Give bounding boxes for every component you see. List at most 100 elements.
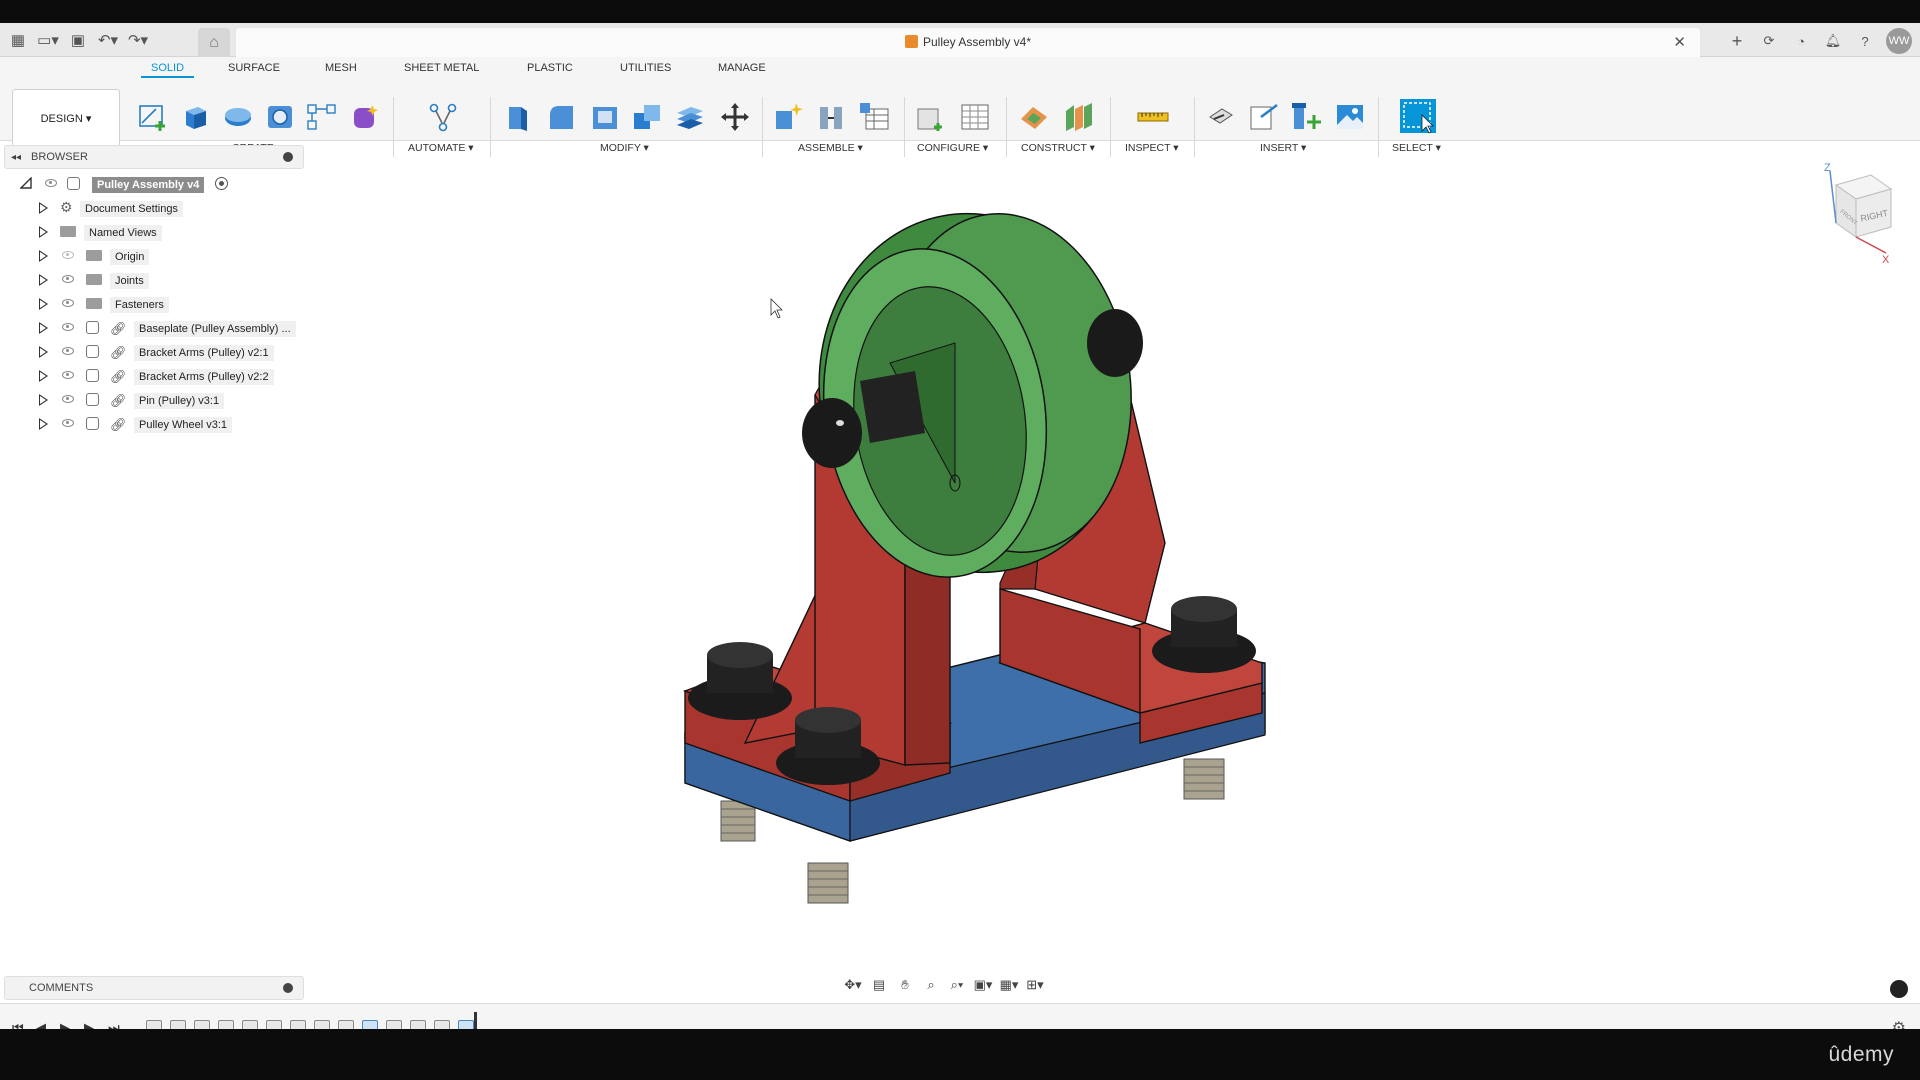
collapse-browser-icon[interactable]: ◂◂ xyxy=(11,152,21,163)
configuration-table-icon[interactable] xyxy=(958,101,992,133)
expand-triangle-icon[interactable] xyxy=(39,250,48,262)
title-right-controls: + ⟳ ◔ 🔔︎ ? WW xyxy=(1726,28,1912,54)
visibility-eye-icon[interactable] xyxy=(62,323,74,331)
browser-item-pin[interactable]: 🔗︎ Pin (Pulley) v3:1 xyxy=(4,387,304,411)
browser-item-bracket-arms-2[interactable]: 🔗︎ Bracket Arms (Pulley) v2:2 xyxy=(4,363,304,387)
fit-icon[interactable]: ⌕▾ xyxy=(946,976,968,994)
midplane-icon[interactable] xyxy=(1062,101,1096,133)
activate-radio-icon[interactable] xyxy=(215,177,228,190)
extensions-icon[interactable]: ⟳ xyxy=(1758,30,1780,52)
new-component-icon[interactable] xyxy=(772,101,806,133)
shell-icon[interactable] xyxy=(588,101,622,133)
workspace-switcher-button[interactable]: DESIGN ▾ xyxy=(12,89,120,147)
orbit-icon[interactable]: ✥▾ xyxy=(842,976,864,994)
pattern-icon[interactable] xyxy=(305,101,339,133)
browser-root-row[interactable]: Pulley Assembly v4 xyxy=(4,171,304,195)
viewports-icon[interactable]: ⊞▾ xyxy=(1024,976,1046,994)
tab-utilities[interactable]: UTILITIES xyxy=(620,62,671,74)
new-tab-icon[interactable]: + xyxy=(1726,30,1748,52)
combine-icon[interactable] xyxy=(630,101,664,133)
insert-mcmaster-icon[interactable] xyxy=(1290,101,1324,133)
pan-icon[interactable]: ✋︎ xyxy=(894,976,916,994)
hidden-eye-icon[interactable] xyxy=(62,251,74,259)
measure-icon[interactable] xyxy=(1136,101,1170,133)
browser-item-named-views[interactable]: Named Views xyxy=(4,219,304,243)
expand-triangle-icon[interactable] xyxy=(39,298,48,310)
insert-into-document-icon[interactable] xyxy=(1247,101,1281,133)
bill-of-materials-icon[interactable] xyxy=(858,101,892,133)
visibility-eye-icon[interactable] xyxy=(62,347,74,355)
folder-icon xyxy=(86,250,102,261)
offset-plane-icon[interactable] xyxy=(1017,101,1051,133)
add-comment-icon[interactable] xyxy=(283,983,293,993)
browser-item-document-settings[interactable]: ⚙ Document Settings xyxy=(4,195,304,219)
navigation-bar: ✥▾ ▤ ✋︎ ⌕ ⌕▾ ▣▾ ▦▾ ⊞▾ xyxy=(842,976,1046,994)
press-pull-icon[interactable] xyxy=(503,101,537,133)
expand-triangle-icon[interactable] xyxy=(39,370,48,382)
job-status-icon[interactable]: ◔ xyxy=(1790,30,1812,52)
visibility-eye-icon[interactable] xyxy=(62,275,74,283)
tab-solid[interactable]: SOLID xyxy=(140,62,195,78)
ribbon-tabs: SOLID SURFACE MESH SHEET METAL PLASTIC U… xyxy=(0,57,800,78)
browser-item-joints[interactable]: Joints xyxy=(4,267,304,291)
zoom-icon[interactable]: ⌕ xyxy=(920,976,942,994)
file-menu-icon[interactable]: ▭▾ xyxy=(36,29,60,51)
revolve-icon[interactable] xyxy=(221,101,255,133)
fillet-icon[interactable] xyxy=(545,101,579,133)
browser-item-origin[interactable]: Origin xyxy=(4,243,304,267)
browser-item-bracket-arms-1[interactable]: 🔗︎ Bracket Arms (Pulley) v2:1 xyxy=(4,339,304,363)
save-icon[interactable]: ▣ xyxy=(66,29,90,51)
chat-icon[interactable] xyxy=(1890,980,1908,998)
visibility-eye-icon[interactable] xyxy=(62,419,74,427)
insert-derive-icon[interactable] xyxy=(1204,101,1238,133)
visibility-eye-icon[interactable] xyxy=(62,371,74,379)
automate-icon[interactable] xyxy=(426,101,460,133)
configure-component-icon[interactable] xyxy=(914,101,948,133)
collapse-triangle-icon[interactable] xyxy=(20,177,32,189)
create-form-icon[interactable] xyxy=(348,101,382,133)
move-copy-icon[interactable] xyxy=(718,101,752,133)
expand-triangle-icon[interactable] xyxy=(39,202,48,214)
expand-triangle-icon[interactable] xyxy=(39,346,48,358)
joint-icon[interactable] xyxy=(814,101,848,133)
home-tab-icon[interactable]: ⌂ xyxy=(198,28,230,57)
tab-sheet-metal[interactable]: SHEET METAL xyxy=(404,62,479,74)
grid-settings-icon[interactable]: ▦▾ xyxy=(998,976,1020,994)
root-component-label[interactable]: Pulley Assembly v4 xyxy=(92,177,205,193)
create-sketch-icon[interactable] xyxy=(136,101,170,133)
expand-triangle-icon[interactable] xyxy=(39,274,48,286)
browser-item-baseplate[interactable]: 🔗︎ Baseplate (Pulley Assembly) ... xyxy=(4,315,304,339)
redo-icon[interactable]: ↷▾ xyxy=(126,29,150,51)
help-icon[interactable]: ? xyxy=(1854,30,1876,52)
browser-pin-icon[interactable] xyxy=(283,152,293,162)
user-avatar[interactable]: WW xyxy=(1886,28,1912,54)
expand-triangle-icon[interactable] xyxy=(39,226,48,238)
tab-surface[interactable]: SURFACE xyxy=(228,62,280,74)
viewcube[interactable]: Z X RIGHT FRONT xyxy=(1816,157,1906,267)
tab-mesh[interactable]: MESH xyxy=(325,62,357,74)
tab-manage[interactable]: MANAGE xyxy=(718,62,766,74)
visibility-eye-icon[interactable] xyxy=(62,299,74,307)
offset-face-icon[interactable] xyxy=(673,101,707,133)
visibility-eye-icon[interactable] xyxy=(45,179,57,187)
insert-canvas-icon[interactable] xyxy=(1333,101,1367,133)
document-tab[interactable]: Pulley Assembly v4* ✕ xyxy=(236,28,1700,57)
comments-panel[interactable]: COMMENTS xyxy=(4,976,304,1000)
expand-triangle-icon[interactable] xyxy=(39,418,48,430)
notifications-icon[interactable]: 🔔︎ xyxy=(1822,30,1844,52)
browser-item-label: Fasteners xyxy=(110,297,169,313)
hole-icon[interactable] xyxy=(263,101,297,133)
visibility-eye-icon[interactable] xyxy=(62,395,74,403)
extrude-icon[interactable] xyxy=(178,101,212,133)
browser-item-fasteners[interactable]: Fasteners xyxy=(4,291,304,315)
display-settings-icon[interactable]: ▣▾ xyxy=(972,976,994,994)
apps-grid-icon[interactable]: ▦ xyxy=(6,29,30,51)
select-icon[interactable] xyxy=(1398,97,1438,135)
tab-plastic[interactable]: PLASTIC xyxy=(527,62,573,74)
look-at-icon[interactable]: ▤ xyxy=(868,976,890,994)
undo-icon[interactable]: ↶▾ xyxy=(96,29,120,51)
expand-triangle-icon[interactable] xyxy=(39,394,48,406)
expand-triangle-icon[interactable] xyxy=(39,322,48,334)
browser-item-pulley-wheel[interactable]: 🔗︎ Pulley Wheel v3:1 xyxy=(4,411,304,435)
close-tab-icon[interactable]: ✕ xyxy=(1673,33,1686,51)
